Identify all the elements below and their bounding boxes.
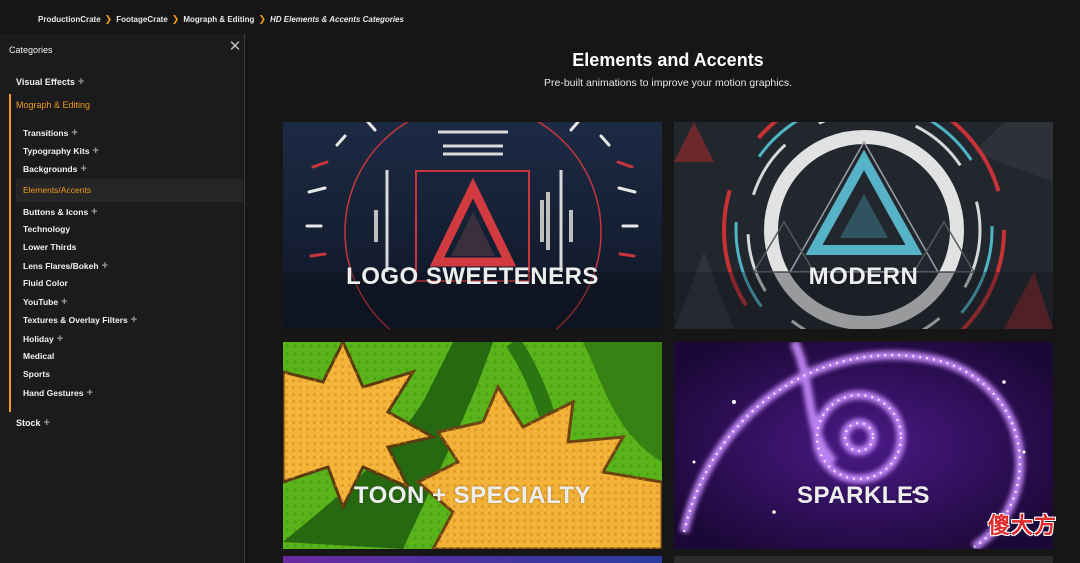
subcategory-label: Holiday	[23, 334, 54, 344]
subcategory-label: Transitions	[23, 128, 69, 138]
plus-icon[interactable]: +	[86, 387, 92, 399]
subcategory-label: Lower Thirds	[23, 242, 77, 252]
page-title: Elements and Accents	[572, 50, 764, 70]
subcategory-label: Buttons & Icons	[23, 207, 89, 217]
subcategory-youtube[interactable]: YouTube +	[23, 296, 68, 308]
subcategory-fluid-color[interactable]: Fluid Color	[23, 278, 68, 288]
chevron-right-icon: ❯	[104, 13, 113, 24]
subcategory-textures-overlay-filters[interactable]: Textures & Overlay Filters +	[23, 314, 137, 326]
card-label: LOGO SWEETENERS	[346, 263, 599, 290]
subcategory-backgrounds[interactable]: Backgrounds +	[23, 163, 87, 175]
plus-icon[interactable]: +	[102, 260, 108, 272]
plus-icon[interactable]: +	[44, 417, 50, 429]
chevron-right-icon: ❯	[171, 13, 180, 24]
breadcrumb: ProductionCrate ❯ FootageCrate ❯ Mograph…	[38, 12, 404, 26]
page-subtitle: Pre-built animations to improve your mot…	[543, 77, 793, 89]
category-label: Stock	[16, 418, 41, 428]
watermark-logo: 傻大方	[988, 514, 1058, 539]
plus-icon[interactable]: +	[71, 127, 77, 139]
card-label: MODERN	[808, 263, 919, 290]
plus-icon[interactable]: +	[61, 296, 67, 308]
category-visual-effects[interactable]: Visual Effects +	[16, 76, 84, 88]
subcategory-label: Sports	[23, 369, 50, 379]
plus-icon[interactable]: +	[92, 145, 98, 157]
subcategory-label: Fluid Color	[23, 278, 68, 288]
subcategory-holiday[interactable]: Holiday +	[23, 333, 63, 345]
breadcrumb-mograph-editing[interactable]: Mograph & Editing	[183, 15, 254, 24]
active-section-indicator	[9, 94, 11, 412]
category-mograph-editing[interactable]: Mograph & Editing	[16, 100, 90, 110]
subcategory-label: Backgrounds	[23, 164, 78, 174]
card-label: TOON + SPECIALTY	[353, 482, 592, 509]
next-card-preview[interactable]	[674, 556, 1053, 563]
logo-sweeteners-thumbnail	[283, 122, 662, 329]
plus-icon[interactable]: +	[80, 163, 86, 175]
card-label: SPARKLES	[797, 482, 930, 509]
category-card-modern[interactable]: MODERN	[674, 122, 1053, 329]
category-stock[interactable]: Stock +	[16, 417, 50, 429]
subcategory-label: Typography Kits	[23, 146, 90, 156]
subcategory-lens-flares-bokeh[interactable]: Lens Flares/Bokeh +	[23, 260, 108, 272]
subcategory-label: Elements/Accents	[23, 185, 92, 195]
plus-icon[interactable]: +	[78, 76, 84, 88]
plus-icon[interactable]: +	[131, 314, 137, 326]
subcategory-label: Medical	[23, 351, 55, 361]
subcategory-transitions[interactable]: Transitions +	[23, 127, 78, 139]
subcategory-label: Hand Gestures	[23, 388, 84, 398]
sidebar-title: Categories	[9, 45, 53, 55]
subcategory-medical[interactable]: Medical	[23, 351, 54, 361]
close-icon[interactable]: ✕	[228, 39, 242, 54]
subcategory-label: Lens Flares/Bokeh	[23, 261, 99, 271]
plus-icon[interactable]: +	[57, 333, 63, 345]
category-label: Visual Effects	[16, 77, 75, 87]
breadcrumb-current: HD Elements & Accents Categories	[269, 14, 404, 24]
subcategory-label: Textures & Overlay Filters	[23, 315, 128, 325]
subcategory-buttons-icons[interactable]: Buttons & Icons +	[23, 206, 98, 218]
modern-thumbnail	[674, 122, 1053, 329]
subcategory-lower-thirds[interactable]: Lower Thirds	[23, 242, 76, 252]
subcategory-elements-accents[interactable]: Elements/Accents	[23, 185, 91, 195]
category-card-logo-sweeteners[interactable]: LOGO SWEETENERS	[283, 122, 662, 329]
plus-icon[interactable]: +	[91, 206, 97, 218]
breadcrumb-productioncrate[interactable]: ProductionCrate	[38, 15, 101, 24]
next-card-preview[interactable]	[283, 556, 662, 563]
subcategory-label: YouTube	[23, 297, 59, 307]
category-label: Mograph & Editing	[16, 100, 91, 110]
subcategory-technology[interactable]: Technology	[23, 224, 70, 234]
subcategory-hand-gestures[interactable]: Hand Gestures +	[23, 387, 93, 399]
breadcrumb-footagecrate[interactable]: FootageCrate	[116, 15, 168, 24]
subcategory-typography-kits[interactable]: Typography Kits +	[23, 145, 99, 157]
category-card-toon-specialty[interactable]: TOON + SPECIALTY	[283, 342, 662, 549]
subcategory-label: Technology	[23, 224, 71, 234]
subcategory-sports[interactable]: Sports	[23, 369, 50, 379]
chevron-right-icon: ❯	[258, 13, 266, 24]
toon-specialty-thumbnail	[283, 342, 662, 549]
categories-sidebar: Categories ✕ Visual Effects + Mograph & …	[0, 34, 245, 563]
